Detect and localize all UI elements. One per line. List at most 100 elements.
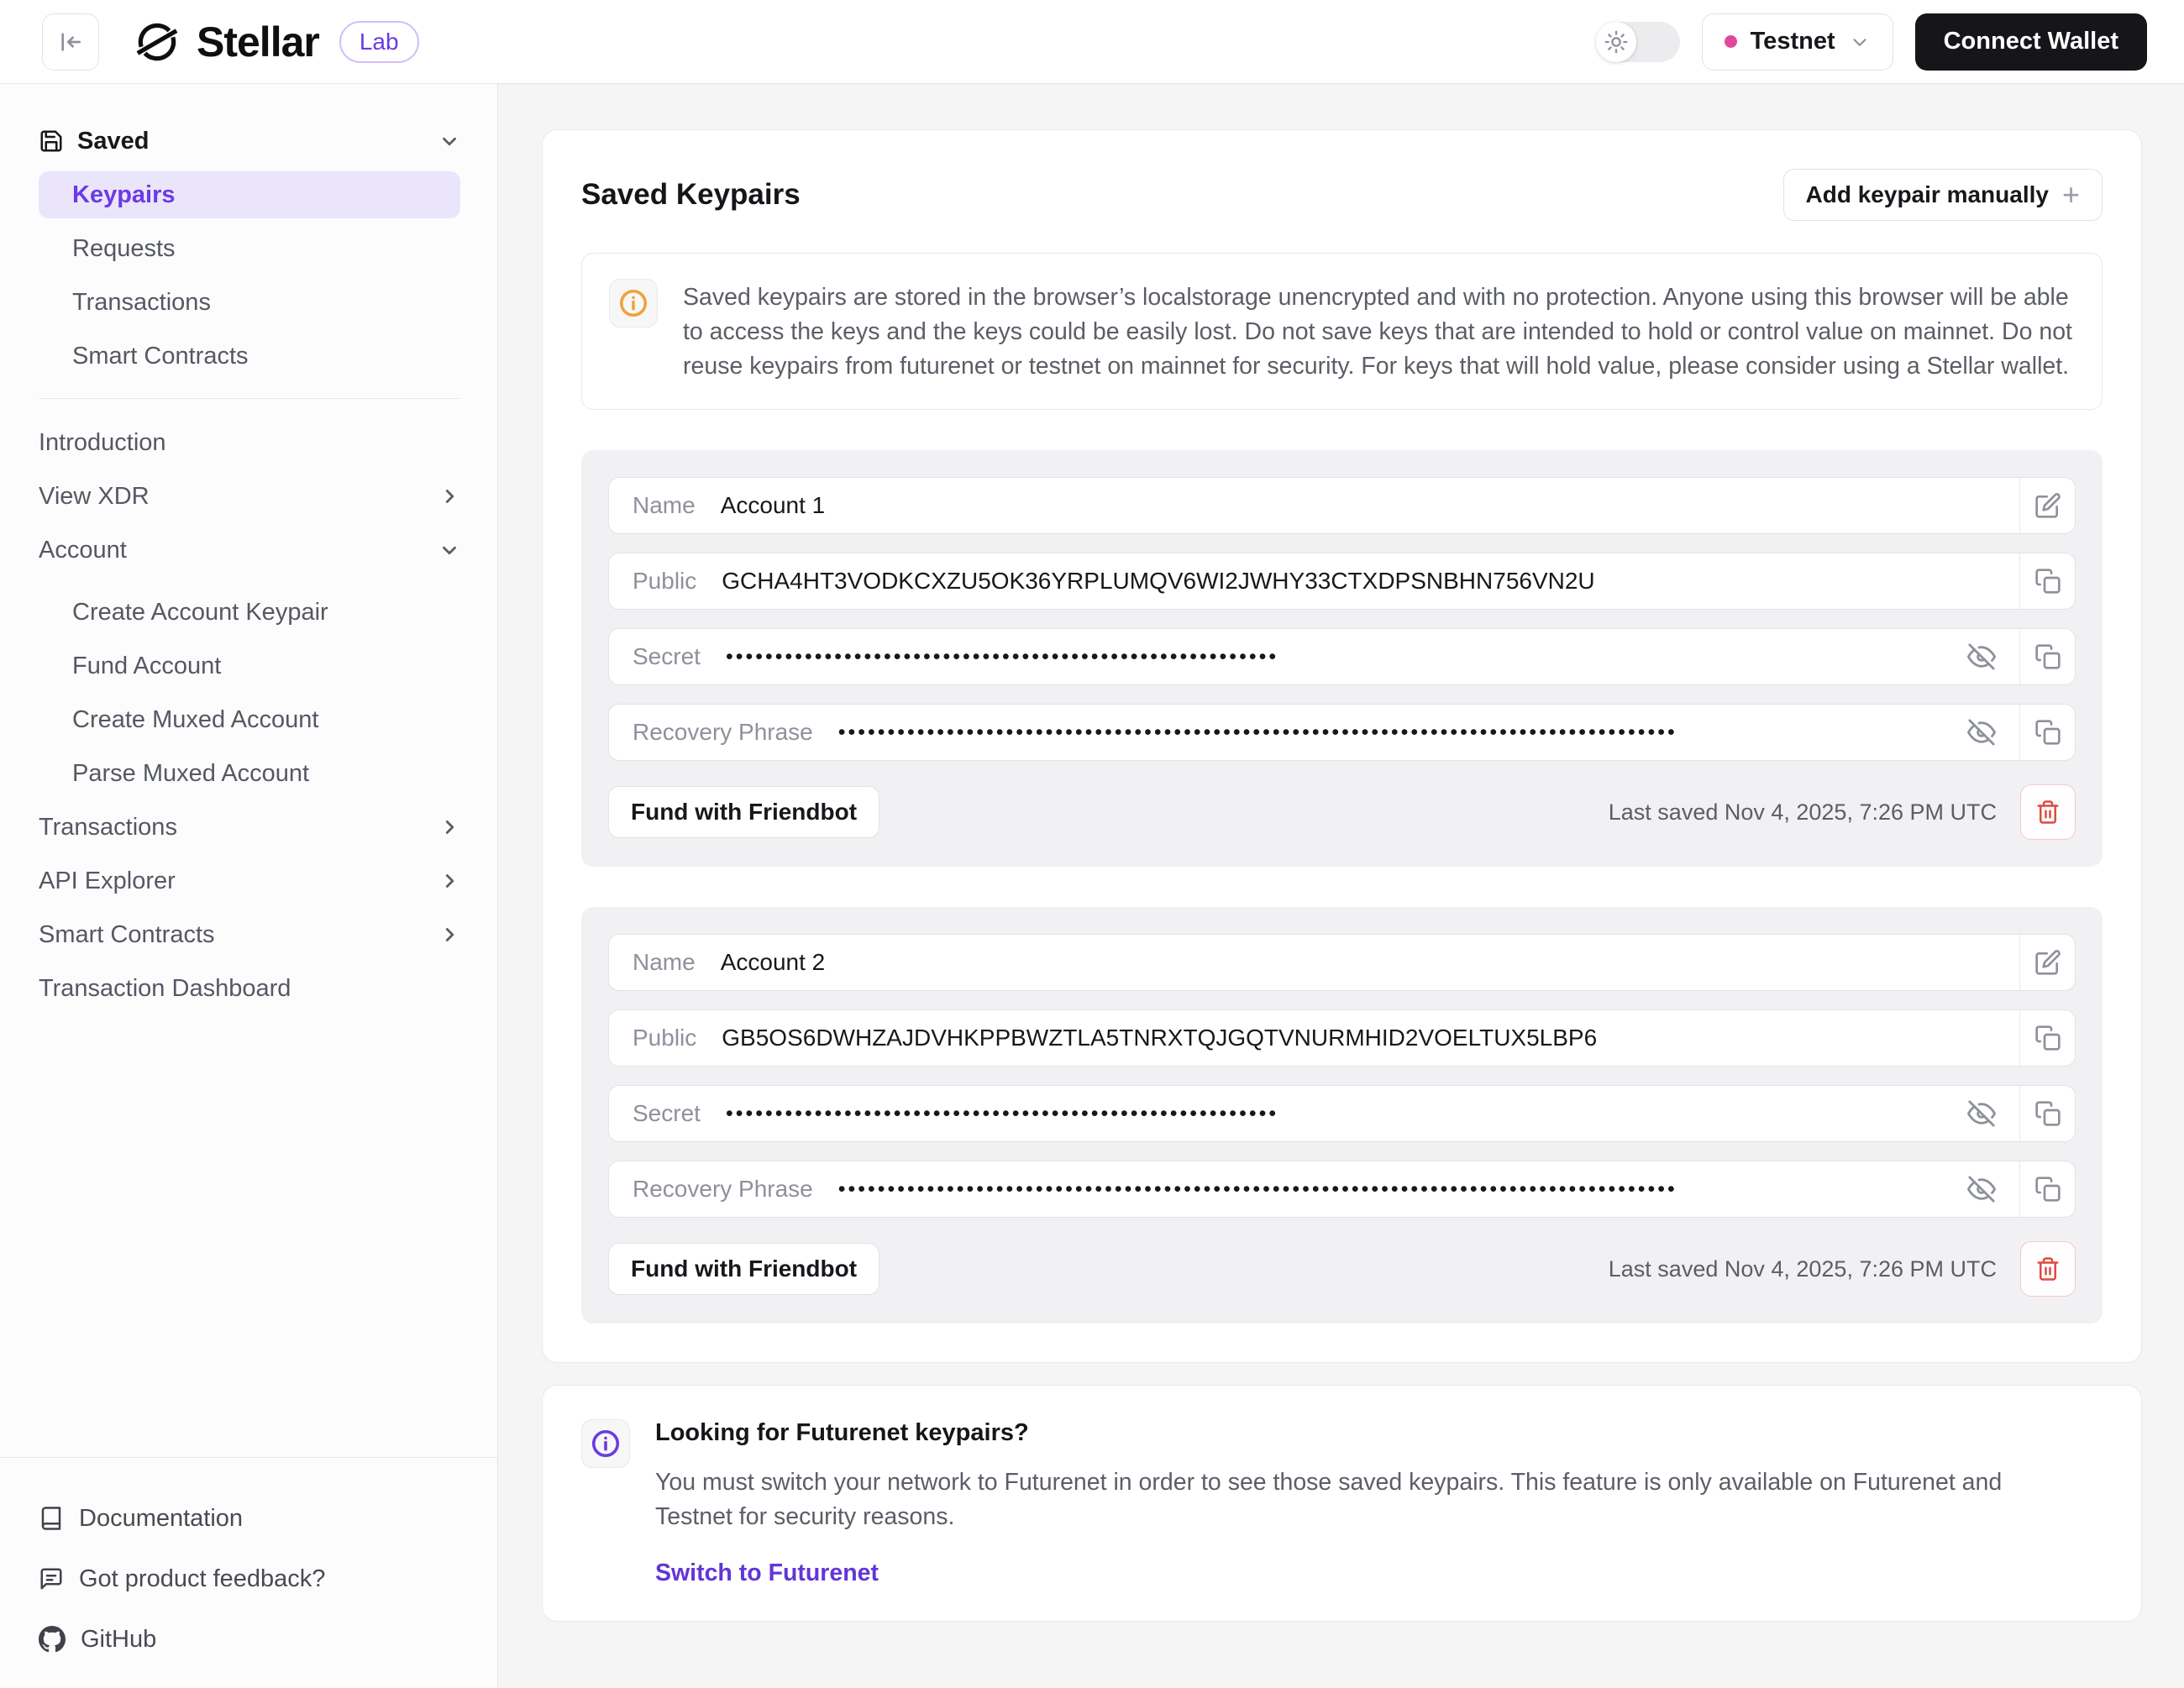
plus-icon: + [2062,180,2080,210]
sidebar-item-saved-smart-contracts[interactable]: Smart Contracts [39,333,460,380]
sidebar-item-keypairs[interactable]: Keypairs [39,171,460,218]
recovery-phrase-field-row: Recovery Phrase ••••••••••••••••••••••••… [608,704,2076,761]
copy-recovery-phrase-button[interactable] [2019,705,2075,760]
sidebar-footer: Documentation Got product feedback? G [0,1457,497,1688]
public-label: Public [633,1025,696,1051]
chevron-down-icon [1849,31,1871,53]
copy-secret-key-button[interactable] [2019,1086,2075,1141]
recovery-phrase-masked-value: ••••••••••••••••••••••••••••••••••••••••… [838,721,1942,745]
info-circle-icon [591,1429,621,1459]
toggle-secret-visibility-button[interactable] [1967,1099,1996,1128]
toggle-secret-visibility-button[interactable] [1967,642,1996,671]
eye-off-icon [1967,642,1996,671]
sidebar-nav: Saved Keypairs Requests Transactions Sma… [0,84,497,1457]
sidebar-item-label: Smart Contracts [39,921,215,949]
switch-to-futurenet-link[interactable]: Switch to Futurenet [655,1560,879,1587]
secret-label: Secret [633,643,701,670]
network-selector[interactable]: Testnet [1702,13,1893,71]
copy-icon [2034,643,2061,670]
keypair-card: Name Account 1 Public [581,450,2103,867]
github-icon [39,1626,66,1653]
sidebar-item-label: Requests [72,235,176,263]
footer-item-label: GitHub [81,1626,156,1654]
last-saved-timestamp: Last saved Nov 4, 2025, 7:26 PM UTC [1609,799,1997,826]
sidebar-item-parse-muxed-account[interactable]: Parse Muxed Account [39,747,460,800]
name-field-row: Name Account 2 [608,934,2076,991]
futurenet-info-box: Looking for Futurenet keypairs? You must… [542,1385,2142,1622]
sidebar-item-smart-contracts[interactable]: Smart Contracts [39,908,460,962]
feedback-link[interactable]: Got product feedback? [39,1549,460,1609]
copy-public-key-button[interactable] [2019,1010,2075,1066]
toggle-recovery-visibility-button[interactable] [1967,1175,1996,1203]
eye-off-icon [1967,1099,1996,1128]
add-keypair-button[interactable]: Add keypair manually + [1783,169,2103,221]
sidebar-item-create-account-keypair[interactable]: Create Account Keypair [39,585,460,639]
recovery-phrase-field-row: Recovery Phrase ••••••••••••••••••••••••… [608,1161,2076,1218]
app-header: Stellar Lab Testnet [0,0,2184,84]
github-link[interactable]: GitHub [39,1609,460,1670]
sidebar-item-label: Account [39,537,127,564]
public-key-field-row: Public GCHA4HT3VODKCXZU5OK36YRPLUMQV6WI2… [608,553,2076,610]
connect-wallet-button[interactable]: Connect Wallet [1915,13,2147,71]
save-icon [39,128,64,154]
edit-name-button[interactable] [2019,478,2075,533]
chevron-right-icon [438,485,460,507]
sidebar-item-api-explorer[interactable]: API Explorer [39,854,460,908]
public-key-field-row: Public GB5OS6DWHZAJDVHKPPBWZTLA5TNRXTQJG… [608,1009,2076,1067]
page-title: Saved Keypairs [581,178,801,212]
fund-with-friendbot-button[interactable]: Fund with Friendbot [608,786,879,838]
lab-badge: Lab [339,21,419,63]
documentation-link[interactable]: Documentation [39,1488,460,1549]
copy-icon [2034,719,2061,746]
sidebar-item-saved-transactions[interactable]: Transactions [39,279,460,326]
sidebar-item-label: Parse Muxed Account [72,760,309,788]
sidebar-item-transaction-dashboard[interactable]: Transaction Dashboard [39,962,460,1015]
copy-secret-key-button[interactable] [2019,629,2075,684]
main-content: Saved Keypairs Add keypair manually + Sa… [498,84,2184,1688]
chevron-right-icon [438,816,460,838]
keypair-card: Name Account 2 Public [581,907,2103,1324]
edit-icon [2034,949,2061,976]
sidebar-item-account[interactable]: Account [39,523,460,577]
trash-icon [2035,799,2061,825]
sidebar-item-transactions[interactable]: Transactions [39,800,460,854]
sidebar-item-saved[interactable]: Saved [39,119,460,163]
theme-toggle[interactable] [1596,22,1680,62]
secret-label: Secret [633,1100,701,1127]
trash-icon [2035,1256,2061,1282]
copy-public-key-button[interactable] [2019,553,2075,609]
delete-keypair-button[interactable] [2020,1241,2076,1297]
sidebar-item-label: Introduction [39,429,166,457]
toggle-recovery-visibility-button[interactable] [1967,718,1996,747]
copy-icon [2034,1025,2061,1051]
info-circle-icon [618,288,648,318]
copy-recovery-phrase-button[interactable] [2019,1161,2075,1217]
secret-key-field-row: Secret •••••••••••••••••••••••••••••••••… [608,628,2076,685]
futurenet-title: Looking for Futurenet keypairs? [655,1419,2083,1447]
fund-with-friendbot-button[interactable]: Fund with Friendbot [608,1243,879,1295]
saved-keypairs-panel: Saved Keypairs Add keypair manually + Sa… [542,129,2142,1363]
chevron-right-icon [438,924,460,946]
recovery-phrase-label: Recovery Phrase [633,719,813,746]
sidebar-item-view-xdr[interactable]: View XDR [39,469,460,523]
stellar-logo-icon [133,18,181,66]
copy-icon [2034,1176,2061,1203]
sidebar-item-saved-requests[interactable]: Requests [39,225,460,272]
sidebar-item-create-muxed-account[interactable]: Create Muxed Account [39,693,460,747]
collapse-sidebar-button[interactable] [42,13,99,71]
sidebar-item-fund-account[interactable]: Fund Account [39,639,460,693]
brand[interactable]: Stellar Lab [133,18,419,66]
delete-keypair-button[interactable] [2020,784,2076,840]
sun-icon [1604,30,1628,54]
edit-name-button[interactable] [2019,935,2075,990]
copy-icon [2034,1100,2061,1127]
sidebar-item-label: Fund Account [72,653,221,680]
name-value: Account 2 [721,949,826,976]
sidebar-item-label: Transactions [39,814,177,841]
sidebar-item-introduction[interactable]: Introduction [39,416,460,469]
copy-icon [2034,568,2061,595]
futurenet-body: You must switch your network to Futurene… [655,1465,2083,1534]
sidebar-item-label: Create Account Keypair [72,599,328,626]
warning-icon-container [609,279,658,328]
eye-off-icon [1967,718,1996,747]
